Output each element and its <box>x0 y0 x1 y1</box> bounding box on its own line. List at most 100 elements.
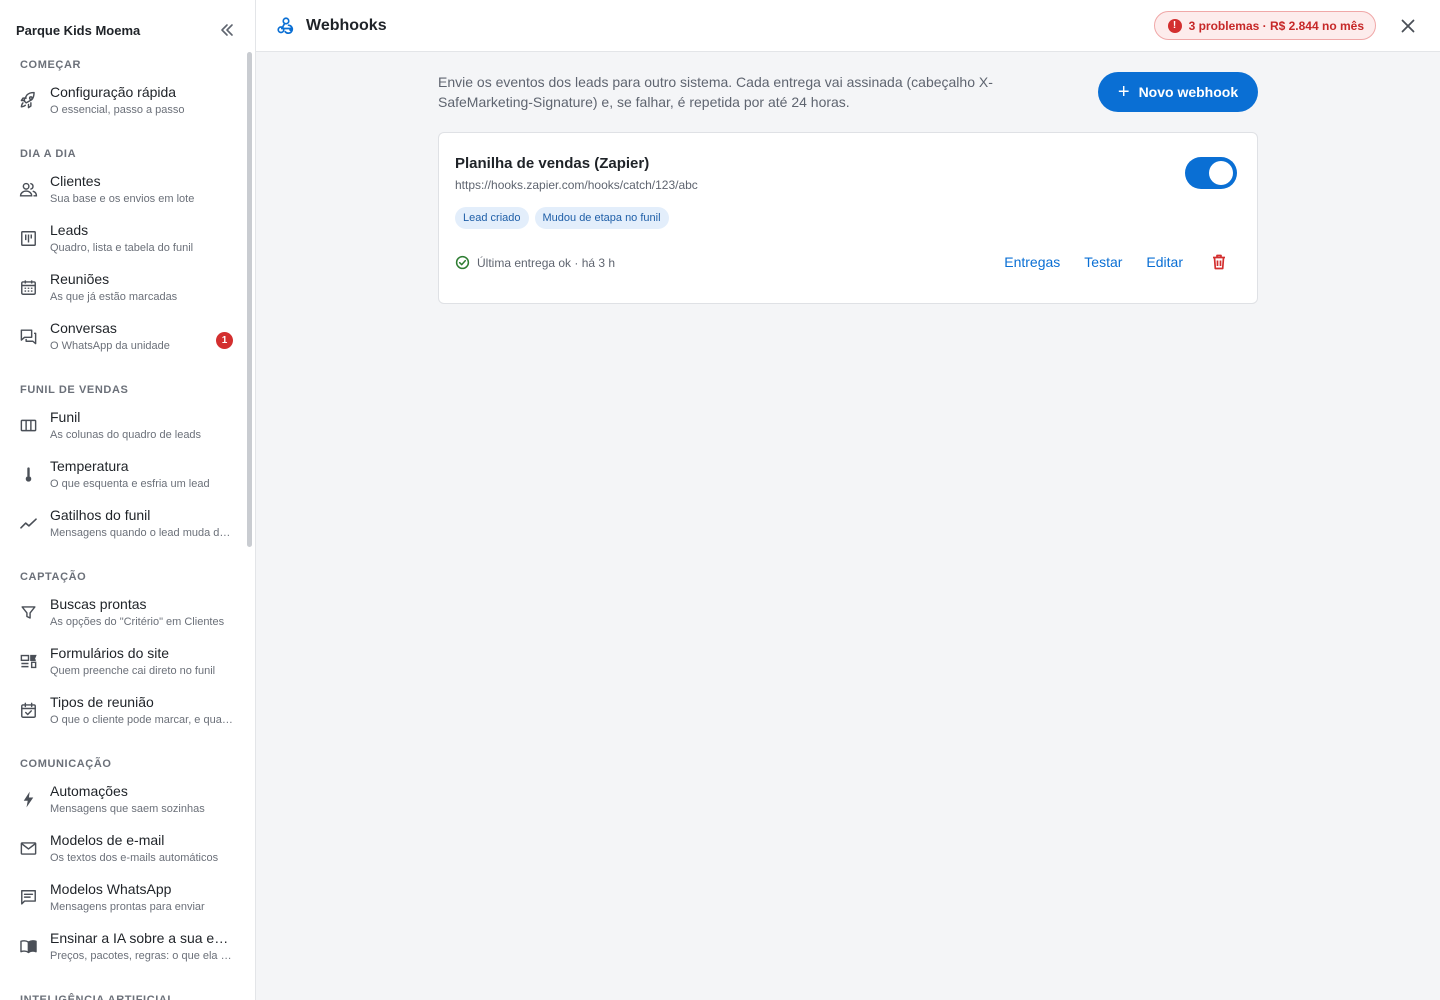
nav-subtitle: O que o cliente pode marcar, e quando <box>50 714 235 726</box>
section-label-inteligencia-artificial: INTELIGÊNCIA ARTIFICIAL <box>20 994 175 1000</box>
nav-label: Clientes <box>50 173 101 189</box>
section-label-dia-a-dia: DIA A DIA <box>20 148 77 160</box>
filter-icon <box>18 602 38 622</box>
new-webhook-button[interactable]: + Novo webhook <box>1098 72 1258 112</box>
sidebar-item-modelos-whatsapp[interactable]: Modelos WhatsApp Mensagens prontas para e… <box>0 875 255 924</box>
section-label-captacao: CAPTAÇÃO <box>20 571 87 583</box>
section-label-funil-de-vendas: FUNIL DE VENDAS <box>20 384 129 396</box>
page-title: Webhooks <box>306 16 387 34</box>
collapse-sidebar-button[interactable] <box>217 20 237 40</box>
nav-label: Conversas <box>50 320 117 336</box>
nav-subtitle: O essencial, passo a passo <box>50 104 185 116</box>
sidebar-item-modelos-de-email[interactable]: Modelos de e-mail Os textos dos e-mails a… <box>0 826 255 875</box>
people-icon <box>18 179 38 199</box>
problems-text: 3 problemas · R$ 2.844 no mês <box>1188 18 1364 33</box>
sidebar-item-tipos-de-reuniao[interactable]: Tipos de reunião O que o cliente pode mar… <box>0 688 255 737</box>
nav-label: Temperatura <box>50 458 129 474</box>
main-content: Envie os eventos dos leads para outro si… <box>256 52 1440 1000</box>
delivery-status-text: Última entrega ok · há 3 h <box>477 255 616 270</box>
nav-subtitle: Sua base e os envios em lote <box>50 193 195 205</box>
unread-badge: 1 <box>216 332 233 349</box>
nav-subtitle: As que já estão marcadas <box>50 291 178 303</box>
problems-badge[interactable]: ! 3 problemas · R$ 2.844 no mês <box>1153 11 1376 40</box>
event-chips: Lead criado Mudou de etapa no funil <box>455 207 669 229</box>
bolt-icon <box>18 789 38 809</box>
deliveries-button[interactable]: Entregas <box>1004 251 1060 273</box>
nav-label: Ensinar a IA sobre a sua empresa <box>50 930 235 946</box>
nav-label: Automações <box>50 783 128 799</box>
section-label-comunicacao: COMUNICAÇÃO <box>20 758 112 770</box>
rocket-icon <box>18 90 38 110</box>
top-bar: Webhooks ! 3 problemas · R$ 2.844 no mês <box>256 0 1440 52</box>
nav-label: Modelos de e-mail <box>50 832 165 848</box>
nav-label: Formulários do site <box>50 645 170 661</box>
nav-subtitle: As colunas do quadro de leads <box>50 429 202 441</box>
sidebar-item-buscas-prontas[interactable]: Buscas prontas As opções do "Critério" em… <box>0 590 255 639</box>
nav-subtitle: O que esquenta e esfria um lead <box>50 478 210 490</box>
trash-icon <box>1213 254 1225 270</box>
sidebar-item-reunioes[interactable]: Reuniões As que já estão marcadas <box>0 265 255 314</box>
sidebar-item-configuracao-rapida[interactable]: Configuração rápida O essencial, passo a … <box>0 78 255 127</box>
sidebar-header: Parque Kids Moema <box>0 0 255 60</box>
org-name: Parque Kids Moema <box>16 22 141 38</box>
thermometer-icon <box>18 464 38 484</box>
sidebar-item-ensinar-a-ia[interactable]: Ensinar a IA sobre a sua empresa Preços, … <box>0 924 255 973</box>
webhook-actions: Entregas Testar Editar <box>980 251 1229 273</box>
toggle-knob <box>1209 161 1233 185</box>
delivery-status: Última entrega ok · há 3 h <box>455 255 615 270</box>
webhook-icon <box>276 16 296 36</box>
plus-icon: + <box>1117 81 1130 103</box>
nav-label: Leads <box>50 222 89 238</box>
close-button[interactable] <box>1398 16 1418 36</box>
nav-subtitle: As opções do "Critério" em Clientes <box>50 616 225 628</box>
chat-icon <box>18 326 38 346</box>
mail-icon <box>18 838 38 858</box>
sidebar-item-funil[interactable]: Funil As colunas do quadro de leads <box>0 403 255 452</box>
nav-subtitle: Preços, pacotes, regras: o que ela preci… <box>50 950 235 962</box>
form-icon <box>18 651 38 671</box>
trend-icon <box>18 513 38 533</box>
sidebar-item-gatilhos-do-funil[interactable]: Gatilhos do funil Mensagens quando o lead… <box>0 501 255 550</box>
test-button[interactable]: Testar <box>1084 251 1122 273</box>
nav-label: Funil <box>50 409 81 425</box>
close-icon <box>1401 19 1415 33</box>
calendar-icon <box>18 277 38 297</box>
section-label-comecar: COMEÇAR <box>20 59 82 71</box>
new-webhook-label: Novo webhook <box>1138 84 1239 100</box>
sidebar-item-automacoes[interactable]: Automações Mensagens que saem sozinhas <box>0 777 255 826</box>
kanban-icon <box>18 228 38 248</box>
sidebar-item-leads[interactable]: Leads Quadro, lista e tabela do funil <box>0 216 255 265</box>
sidebar-item-temperatura[interactable]: Temperatura O que esquenta e esfria um le… <box>0 452 255 501</box>
check-circle-icon <box>455 255 470 270</box>
webhook-url: https://hooks.zapier.com/hooks/catch/123… <box>455 178 698 192</box>
nav-label: Modelos WhatsApp <box>50 881 172 897</box>
delete-button[interactable] <box>1209 251 1229 273</box>
webhook-name: Planilha de vendas (Zapier) <box>455 155 650 172</box>
nav-subtitle: Mensagens quando o lead muda de etapa <box>50 527 235 539</box>
webhook-card: Planilha de vendas (Zapier) https://hook… <box>438 132 1258 304</box>
double-chevron-left-icon <box>221 24 233 36</box>
nav-label: Gatilhos do funil <box>50 507 151 523</box>
nav-label: Buscas prontas <box>50 596 147 612</box>
nav-subtitle: Quem preenche cai direto no funil <box>50 665 216 677</box>
sidebar-item-clientes[interactable]: Clientes Sua base e os envios em lote <box>0 167 255 216</box>
nav-label: Configuração rápida <box>50 84 177 100</box>
nav-subtitle: Os textos dos e-mails automáticos <box>50 852 219 864</box>
webhook-enabled-toggle[interactable] <box>1185 157 1237 189</box>
sidebar-nav: COMEÇAR Configuração rápida O essencial, … <box>0 52 255 1000</box>
columns-icon <box>18 415 38 435</box>
sidebar-item-formularios-do-site[interactable]: Formulários do site Quem preenche cai dir… <box>0 639 255 688</box>
nav-subtitle: O WhatsApp da unidade <box>50 340 170 352</box>
event-chip: Mudou de etapa no funil <box>534 207 669 229</box>
sidebar: Parque Kids Moema COMEÇAR Configuração r… <box>0 0 256 1000</box>
nav-subtitle: Mensagens que saem sozinhas <box>50 803 205 815</box>
sidebar-item-conversas[interactable]: Conversas O WhatsApp da unidade 1 <box>0 314 255 363</box>
event-check-icon <box>18 700 38 720</box>
event-chip: Lead criado <box>455 207 529 229</box>
edit-button[interactable]: Editar <box>1146 251 1183 273</box>
nav-label: Tipos de reunião <box>50 694 154 710</box>
book-icon <box>18 936 38 956</box>
nav-label: Reuniões <box>50 271 110 287</box>
nav-subtitle: Quadro, lista e tabela do funil <box>50 242 194 254</box>
alert-icon: ! <box>1167 18 1182 33</box>
